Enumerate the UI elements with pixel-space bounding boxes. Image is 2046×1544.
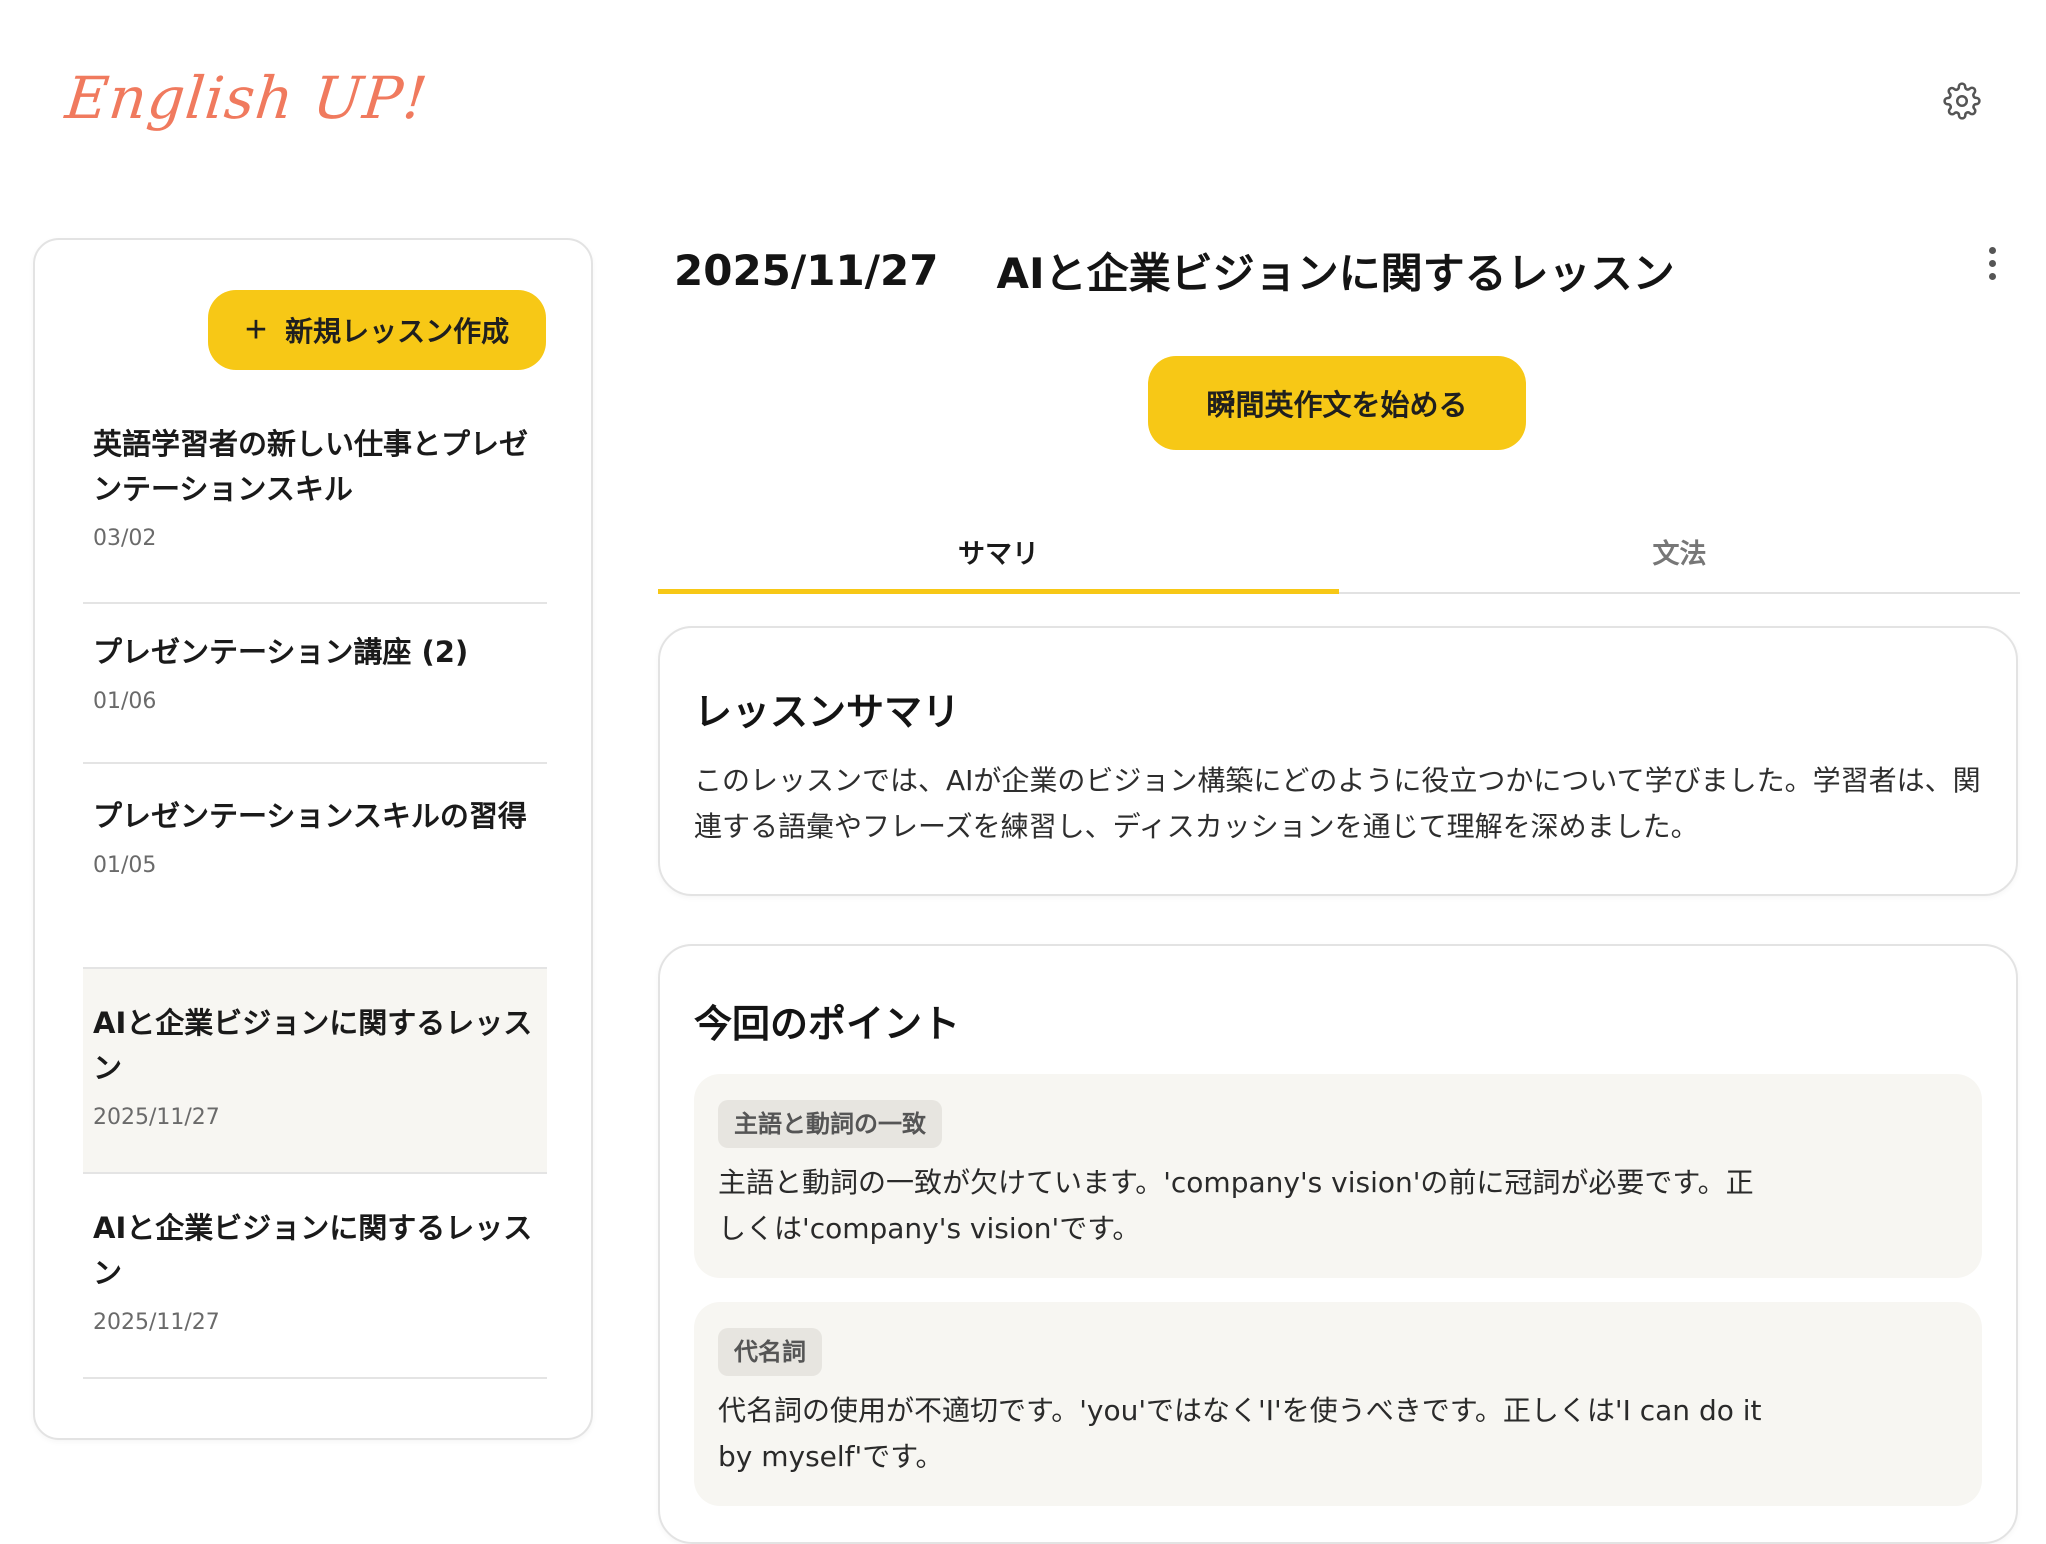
lesson-date-heading: 2025/11/27 (674, 245, 939, 295)
lesson-tabs: サマリ 文法 (658, 510, 2020, 594)
lesson-item[interactable]: プレゼンテーションスキルの習得 01/05 (83, 764, 547, 969)
lesson-item[interactable]: プレゼンテーション講座 (2) 01/06 (83, 604, 547, 764)
new-lesson-label: 新規レッスン作成 (285, 316, 510, 347)
lesson-item-active[interactable]: AIと企業ビジョンに関するレッスン 2025/11/27 (83, 969, 547, 1174)
lesson-title: プレゼンテーションスキルの習得 (93, 799, 527, 833)
new-lesson-button[interactable]: + 新規レッスン作成 (208, 290, 546, 370)
tab-grammar[interactable]: 文法 (1339, 510, 2020, 592)
lesson-sidebar: + 新規レッスン作成 英語学習者の新しい仕事とプレゼンテーションスキル 03/0… (33, 238, 593, 1440)
start-instant-composition-button[interactable]: 瞬間英作文を始める (1148, 356, 1526, 450)
summary-card: レッスンサマリ このレッスンでは、AIが企業のビジョン構築にどのように役立つかに… (658, 626, 2018, 896)
more-options-button[interactable] (1974, 240, 2010, 286)
lesson-date: 2025/11/27 (93, 1310, 220, 1335)
lesson-item[interactable]: AIと企業ビジョンに関するレッスン 2025/11/27 (83, 1174, 547, 1379)
lesson-item[interactable]: 英語学習者の新しい仕事とプレゼンテーションスキル 03/02 (83, 400, 547, 604)
point-item: 主語と動詞の一致 主語と動詞の一致が欠けています。'company's visi… (694, 1074, 1982, 1278)
point-item: 代名詞 代名詞の使用が不適切です。'you'ではなく'I'を使うべきです。正しく… (694, 1302, 1982, 1506)
points-title: 今回のポイント (694, 1002, 961, 1046)
lesson-list: 英語学習者の新しい仕事とプレゼンテーションスキル 03/02 プレゼンテーション… (83, 400, 547, 1379)
points-card: 今回のポイント 主語と動詞の一致 主語と動詞の一致が欠けています。'compan… (658, 944, 2018, 1544)
lesson-title: AIと企業ビジョンに関するレッスン (93, 1211, 533, 1290)
tab-summary[interactable]: サマリ (658, 510, 1339, 594)
app-logo[interactable]: English UP! (62, 64, 431, 132)
lesson-title: 英語学習者の新しい仕事とプレゼンテーションスキル (93, 427, 529, 506)
point-text: 主語と動詞の一致が欠けています。'company's vision'の前に冠詞が… (718, 1166, 1754, 1245)
lesson-date: 2025/11/27 (93, 1105, 220, 1130)
lesson-title: プレゼンテーション講座 (2) (93, 635, 469, 669)
point-text: 代名詞の使用が不適切です。'you'ではなく'I'を使うべきです。正しくは'I … (718, 1394, 1762, 1473)
lesson-title-heading: AIと企業ビジョンに関するレッスン (996, 248, 1675, 298)
lesson-title: AIと企業ビジョンに関するレッスン (93, 1006, 533, 1085)
gear-icon (1943, 82, 1981, 120)
summary-text: このレッスンでは、AIが企業のビジョン構築にどのように役立つかについて学びました… (694, 764, 1981, 843)
settings-button[interactable] (1936, 75, 1988, 127)
lesson-date: 03/02 (93, 526, 157, 551)
lesson-date: 01/06 (93, 689, 157, 714)
point-tag: 主語と動詞の一致 (718, 1100, 942, 1148)
point-tag: 代名詞 (718, 1328, 822, 1376)
plus-icon: + (244, 309, 268, 351)
lesson-date: 01/05 (93, 853, 157, 878)
more-vertical-icon (1988, 246, 1996, 254)
app-header: English UP! (0, 0, 2046, 200)
summary-title: レッスンサマリ (694, 690, 961, 734)
lesson-heading: 2025/11/27 AIと企業ビジョンに関するレッスン (674, 240, 1675, 300)
